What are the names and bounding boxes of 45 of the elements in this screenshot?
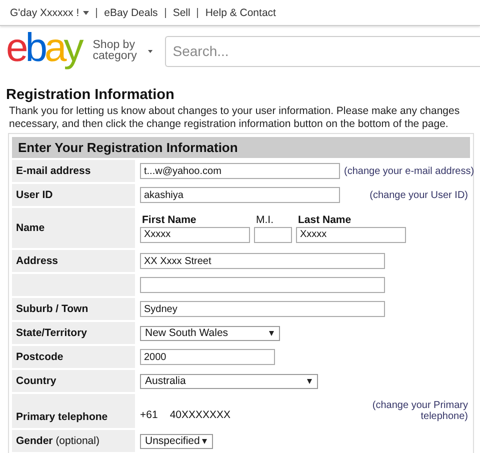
nav-link[interactable]: eBay Deals (104, 6, 158, 18)
field-label: User ID (12, 184, 135, 206)
phone-number: 40XXXXXXX (170, 409, 231, 421)
dropdown[interactable]: Australia (140, 374, 318, 388)
text-field[interactable]: Xxxxx (140, 226, 250, 242)
field-label: First Name (141, 214, 198, 226)
text-field[interactable]: XX Xxxx Street (140, 253, 385, 269)
field-label: Address (12, 250, 135, 272)
change-link[interactable]: (change your Primary telephone) (358, 400, 470, 422)
text-field[interactable] (254, 226, 292, 242)
caret-icon (83, 10, 90, 14)
field-label: E-mail address (12, 160, 135, 182)
caret-icon (148, 48, 153, 54)
field-label: Postcode (12, 346, 135, 368)
field-label: Primary telephone (12, 394, 135, 428)
form-heading: Enter Your Registration Information (12, 137, 470, 158)
field-label: Gender (optional) (12, 430, 135, 452)
intro-text: Thank you for letting us know about changes to your user information. Please make any changes necessary, and then click the change registration information button on the bottom of the page. (9, 105, 461, 131)
text-field[interactable]: t...w@yahoo.com (140, 163, 340, 179)
text-field[interactable] (140, 277, 385, 293)
nav-link[interactable]: Sell (172, 6, 190, 18)
change-link[interactable]: (change your e-mail address) (344, 166, 476, 176)
caret-icon (202, 438, 207, 444)
nav-link[interactable]: Help & Contact (205, 6, 276, 18)
field-label: Suburb / Town (12, 298, 135, 320)
text-field[interactable]: Sydney (140, 301, 385, 317)
country-code: +61 (140, 409, 158, 421)
field-label: Name (12, 208, 135, 248)
account-menu[interactable]: G'day Xxxxxx ! (10, 6, 90, 18)
text-field[interactable]: akashiya (140, 187, 340, 203)
caret-icon (307, 378, 312, 384)
text-field[interactable]: Xxxxx (296, 226, 406, 242)
field-label: Last Name (297, 214, 352, 226)
category-menu[interactable]: Shop by category (92, 40, 153, 62)
dropdown[interactable]: Unspecified (140, 434, 213, 448)
field-label: State/Territory (12, 322, 135, 344)
caret-icon (269, 330, 274, 336)
page-title: Registration Information (6, 87, 176, 103)
text-field[interactable]: 2000 (140, 349, 275, 365)
field-label: M.I. (255, 214, 274, 226)
logo[interactable]: ebay (6, 28, 81, 68)
dropdown[interactable]: New South Wales (140, 326, 280, 340)
field-label: Country (12, 370, 135, 392)
change-link[interactable]: (change your User ID) (370, 190, 470, 200)
search-field[interactable]: Search... (164, 36, 480, 66)
